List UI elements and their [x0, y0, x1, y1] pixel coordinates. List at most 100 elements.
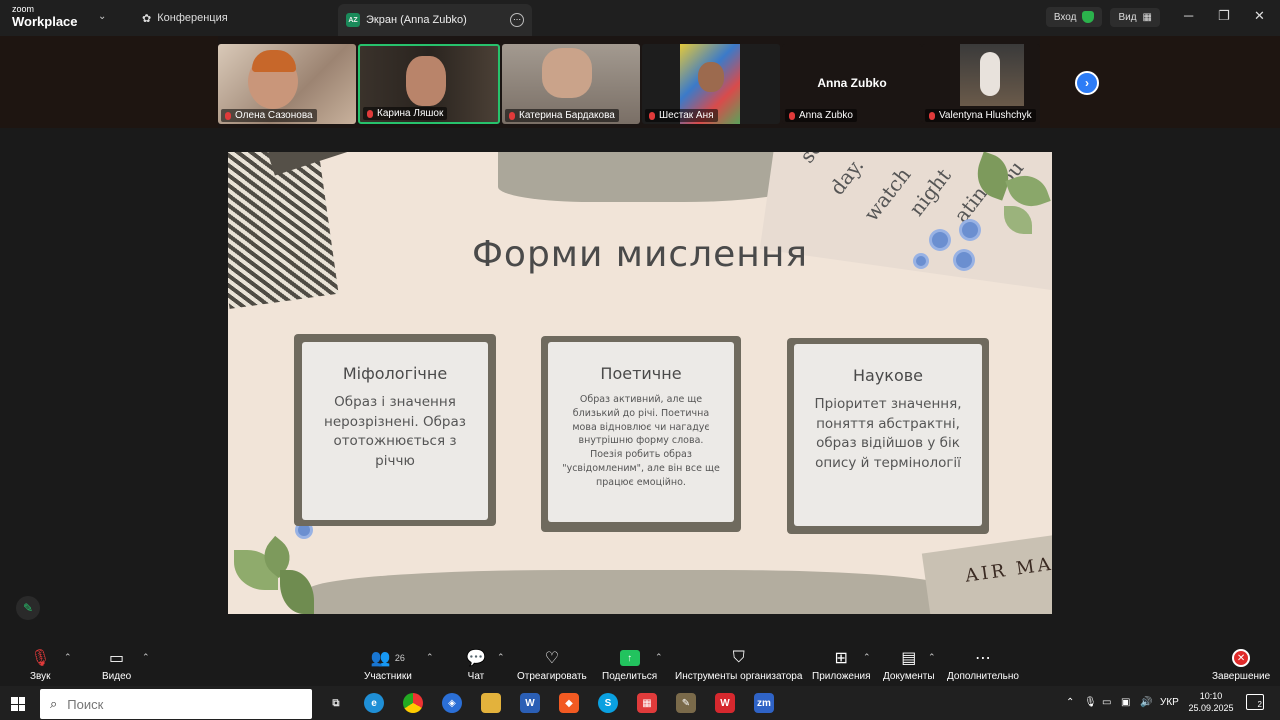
tab-conference-label: Конференция	[157, 12, 228, 24]
participant-name: Карина Ляшок	[363, 107, 448, 120]
camera-icon: ▭	[109, 650, 125, 667]
video-tile[interactable]: Катерина Бардакова	[502, 44, 640, 124]
card-body: Пріоритет значення, поняття абстрактні, …	[814, 396, 962, 471]
audio-button[interactable]: 🎙 Звук	[30, 648, 51, 682]
word-icon[interactable]: W	[520, 693, 540, 713]
chevron-right-icon: ›	[1085, 76, 1089, 90]
brave-icon[interactable]: ◆	[559, 693, 579, 713]
deco-stamp-text: AIR MAIL	[963, 550, 1052, 587]
card-body: Образ і значення нерозрізнені. Образ ото…	[324, 394, 466, 469]
react-label: Отреагировать	[517, 671, 587, 682]
chrome-icon[interactable]	[403, 693, 423, 713]
windows-start-icon[interactable]	[11, 697, 25, 711]
share-button[interactable]: ↑ Поделиться	[602, 648, 657, 682]
more-button[interactable]: ⋯ Дополнительно	[947, 648, 1019, 682]
search-icon: ⌕	[50, 696, 58, 711]
video-tile[interactable]: Valentyna Hlushchyk	[922, 44, 1040, 124]
notification-icon[interactable]: 2	[1246, 694, 1264, 710]
next-page-button[interactable]: ›	[1075, 71, 1099, 95]
deco-leaf	[280, 570, 314, 614]
mic-muted-icon: 🎙	[30, 650, 51, 667]
participant-name: Шестак Аня	[645, 109, 718, 122]
participant-figure	[980, 52, 1000, 96]
search-input[interactable]	[67, 696, 268, 712]
view-button[interactable]: Вид ▦	[1110, 7, 1160, 27]
chevron-up-icon[interactable]: ⌃	[142, 652, 150, 663]
restore-icon[interactable]: ❐	[1218, 8, 1230, 24]
people-icon: 👥	[370, 650, 391, 667]
card-scientific: Наукове Пріоритет значення, поняття абст…	[794, 344, 982, 526]
network-icon[interactable]: ▣	[1121, 697, 1130, 708]
chevron-up-icon[interactable]: ⌃	[497, 652, 505, 663]
tab-conference[interactable]: ✿ Конференция	[136, 6, 234, 30]
more-icon[interactable]: ⋯	[510, 13, 524, 27]
pen-icon[interactable]: ✎	[16, 596, 40, 620]
edge-icon[interactable]: e	[364, 693, 384, 713]
participant-name: Anna Zubko	[785, 109, 857, 122]
chevron-down-icon[interactable]: ⌄	[98, 11, 106, 22]
browser-icon[interactable]: ◈	[442, 693, 462, 713]
docs-label: Документы	[883, 671, 935, 682]
strip-background	[0, 36, 218, 128]
more-icon: ⋯	[974, 650, 991, 667]
heart-icon: ♡	[544, 650, 560, 667]
mic-icon[interactable]: 🎙	[1084, 697, 1097, 708]
video-button[interactable]: ▭ Видео	[102, 648, 131, 682]
minimize-icon[interactable]: ─	[1184, 8, 1193, 23]
notification-count: 2	[1257, 700, 1262, 709]
chat-button[interactable]: 💬 Чат	[466, 648, 486, 682]
chevron-up-icon[interactable]: ⌃	[64, 652, 72, 663]
card-poetic: Поетичне Образ активний, але ще близький…	[548, 342, 734, 522]
clock-date: 25.09.2025	[1188, 703, 1234, 714]
app-icon[interactable]: ✎	[676, 693, 696, 713]
docs-button[interactable]: ▤ Документы	[883, 648, 935, 682]
close-icon[interactable]: ✕	[1254, 8, 1265, 24]
deco-text: day.	[824, 153, 869, 200]
slide-title: Форми мислення	[471, 234, 809, 275]
deco-paper-bottom	[308, 570, 948, 614]
end-button[interactable]: ✕ Завершение	[1212, 648, 1270, 682]
zoom-taskbar-icon[interactable]: zm	[754, 693, 774, 713]
taskbar-clock[interactable]: 10:10 25.09.2025	[1184, 690, 1238, 714]
folder-icon[interactable]	[481, 693, 501, 713]
avatar-badge: AZ	[346, 13, 360, 27]
chevron-up-icon[interactable]: ⌃	[655, 652, 663, 663]
video-tile[interactable]: Олена Сазонова	[218, 44, 356, 124]
deco-fabric	[228, 152, 339, 309]
battery-icon[interactable]: ▭	[1102, 697, 1111, 708]
task-view-icon[interactable]: ⧉	[326, 693, 346, 713]
host-tools-button[interactable]: ⛉ Инструменты организатора	[675, 648, 802, 682]
video-tile[interactable]: Шестак Аня	[642, 44, 780, 124]
card-mythological: Міфологічне Образ і значення нерозрізнен…	[302, 342, 488, 520]
share-icon: ↑	[619, 650, 640, 666]
taskbar-search[interactable]: ⌕	[40, 689, 312, 719]
language-indicator[interactable]: УКР	[1160, 697, 1179, 708]
shield-icon: ⛉	[732, 649, 745, 666]
skype-icon[interactable]: S	[598, 693, 618, 713]
chevron-up-icon[interactable]: ⌃	[928, 652, 936, 663]
calendar-icon[interactable]: ▦	[637, 693, 657, 713]
zoom-logo[interactable]: zoom Workplace	[12, 5, 78, 29]
participants-button[interactable]: 👥 26 Участники	[364, 648, 412, 682]
logo-bottom-text: Workplace	[12, 14, 78, 29]
participants-label: Участники	[364, 671, 412, 682]
tab-screen-share[interactable]: AZ Экран (Anna Zubko) ⋯	[338, 4, 532, 36]
apps-icon: ⊞	[834, 650, 848, 667]
apps-button[interactable]: ⊞ Приложения	[812, 648, 871, 682]
video-tile-active[interactable]: Карина Ляшок	[358, 44, 500, 124]
react-button[interactable]: ♡ Отреагировать	[517, 648, 587, 682]
participant-name: Олена Сазонова	[221, 109, 317, 122]
volume-icon[interactable]: 🔊	[1140, 697, 1152, 708]
document-icon: ▤	[901, 650, 917, 667]
apps-label: Приложения	[812, 671, 871, 682]
deco-paper-top	[498, 152, 808, 202]
wps-icon[interactable]: W	[715, 693, 735, 713]
participant-face	[698, 62, 724, 92]
tray-chevron-icon[interactable]: ⌃	[1066, 697, 1074, 708]
chevron-up-icon[interactable]: ⌃	[426, 652, 434, 663]
signin-button[interactable]: Вход	[1045, 7, 1103, 27]
signin-label: Вход	[1053, 11, 1077, 23]
chevron-up-icon[interactable]: ⌃	[863, 652, 871, 663]
deco-text: so	[795, 152, 828, 167]
participant-face	[406, 56, 446, 106]
